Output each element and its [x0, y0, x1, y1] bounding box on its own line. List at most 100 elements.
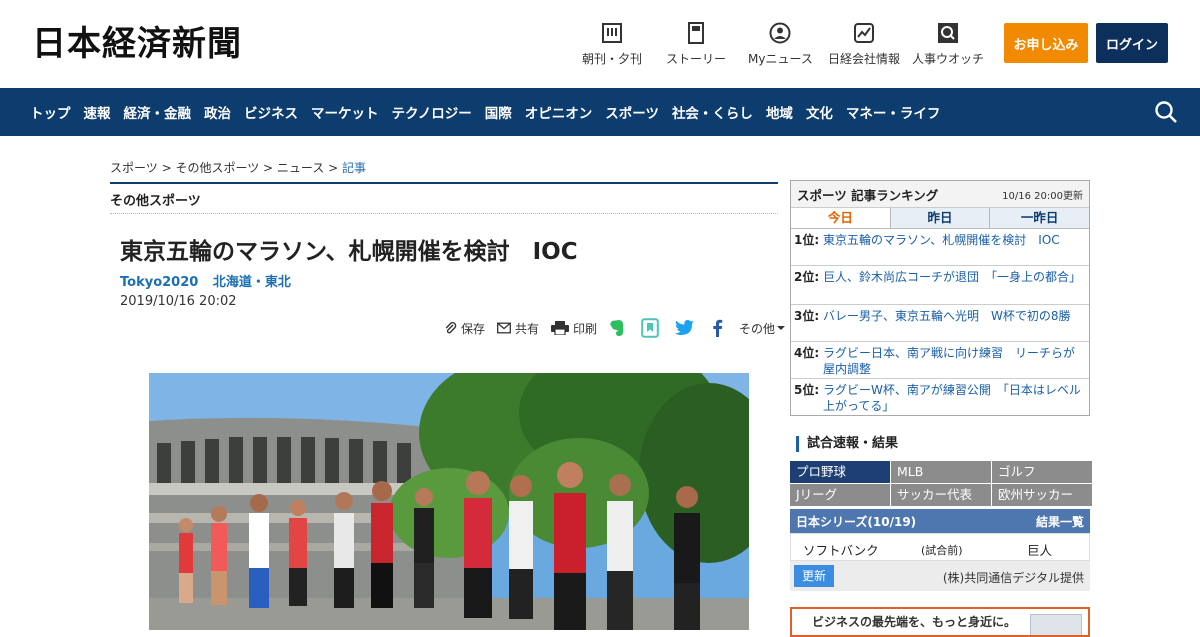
nav-item-economy[interactable]: 経済・金融 — [124, 102, 192, 122]
tab-pro-baseball[interactable]: プロ野球 — [790, 461, 890, 483]
tab-day-before[interactable]: 一昨日 — [989, 208, 1090, 228]
nav-item-sports[interactable]: スポーツ — [605, 102, 659, 122]
caret-down-icon — [777, 326, 786, 330]
evernote-icon — [610, 320, 624, 336]
ranking-article-link[interactable]: 東京五輪のマラソン、札幌開催を検討 IOC — [823, 232, 1060, 262]
nav-item-top[interactable]: トップ — [30, 102, 71, 122]
tab-soccer-national[interactable]: サッカー代表 — [891, 484, 991, 506]
ranking-article-link[interactable]: 巨人、鈴木尚広コーチが退団 「一身上の都合」 — [823, 269, 1081, 301]
section-dotted-divider — [110, 213, 778, 214]
nav-list: トップ 速報 経済・金融 政治 ビジネス マーケット テクノロジー 国際 オピニ… — [30, 88, 953, 136]
section-title: その他スポーツ — [110, 194, 201, 209]
scores-heading: 試合速報・結果 — [796, 436, 898, 452]
personnel-watch-link[interactable]: 人事ウオッチ — [912, 22, 984, 67]
nav-item-society[interactable]: 社会・くらし — [672, 102, 753, 122]
nav-item-business[interactable]: ビジネス — [244, 102, 298, 122]
site-logo[interactable]: 日本経済新聞 — [32, 22, 242, 66]
ranking-updated: 10/16 20:00更新 — [1002, 190, 1083, 202]
scores-tabs: プロ野球 MLB ゴルフ Jリーグ サッカー代表 欧州サッカー — [790, 461, 1092, 506]
ad-image — [1030, 614, 1082, 635]
ranking-article-link[interactable]: ラグビーW杯、南アが練習公開 「日本はレベル上がってる」 — [823, 382, 1085, 413]
breadcrumb-item-news[interactable]: ニュース — [277, 161, 324, 175]
company-info-label: 日経会社情報 — [828, 52, 901, 66]
ranking-position: 1位: — [794, 233, 820, 247]
scores-footer: 更新 (株)共同通信デジタル提供 — [790, 561, 1090, 591]
home-team: ソフトバンク — [803, 543, 879, 558]
ranking-position: 4位: — [794, 346, 820, 360]
tag-hokkaido-tohoku[interactable]: 北海道・東北 — [213, 275, 291, 290]
newspaper-icon — [602, 23, 622, 43]
ranking-position: 3位: — [794, 309, 820, 323]
ranking-article-link[interactable]: バレー男子、東京五輪へ光明 W杯で初の8勝 — [823, 308, 1071, 338]
game-status: (試合前) — [921, 544, 963, 557]
refresh-button[interactable]: 更新 — [794, 565, 834, 587]
nav-item-market[interactable]: マーケット — [311, 102, 379, 122]
ranking-position: 2位: — [794, 270, 820, 284]
personnel-watch-label: 人事ウオッチ — [912, 52, 985, 66]
tab-golf[interactable]: ゴルフ — [992, 461, 1092, 483]
nav-item-culture[interactable]: 文化 — [806, 102, 833, 122]
facebook-icon — [713, 319, 723, 337]
ranking-item[interactable]: 2位: 巨人、鈴木尚広コーチが退団 「一身上の都合」 — [791, 266, 1089, 305]
ranking-tabs: 今日 昨日 一昨日 — [791, 208, 1090, 229]
game-row[interactable]: ソフトバンク (試合前) 巨人 — [790, 533, 1090, 561]
save-button[interactable]: 保存 — [444, 320, 485, 337]
article-photo — [149, 373, 749, 630]
breadcrumb-item-other-sports[interactable]: その他スポーツ — [175, 161, 259, 175]
tab-yesterday[interactable]: 昨日 — [889, 208, 990, 228]
tag-tokyo2020[interactable]: Tokyo2020 — [120, 275, 198, 290]
tab-euro-soccer[interactable]: 欧州サッカー — [992, 484, 1092, 506]
away-team: 巨人 — [1027, 543, 1053, 558]
ranking-item[interactable]: 4位: ラグビー日本、南ア戦に向け練習 リーチらが屋内調整 — [791, 342, 1089, 379]
nav-item-money-life[interactable]: マネー・ライフ — [846, 102, 941, 122]
printer-icon — [551, 321, 570, 335]
tab-mlb[interactable]: MLB — [891, 461, 991, 483]
bookmark-icon — [641, 318, 659, 338]
print-edition-label: 朝刊・夕刊 — [582, 52, 643, 66]
article-tags: Tokyo2020 北海道・東北 — [120, 271, 301, 290]
user-icon — [769, 22, 791, 44]
breadcrumb-current[interactable]: 記事 — [342, 161, 366, 175]
twitter-button[interactable] — [675, 320, 699, 336]
nav-item-opinion[interactable]: オピニオン — [525, 102, 593, 122]
nav-item-technology[interactable]: テクノロジー — [392, 102, 472, 122]
story-link[interactable]: ストーリー — [666, 22, 726, 67]
breadcrumb-item-sports[interactable]: スポーツ — [110, 161, 158, 175]
subscribe-button[interactable]: お申し込み — [1004, 23, 1088, 63]
print-button[interactable]: 印刷 — [551, 320, 597, 337]
bookmark-button[interactable] — [641, 318, 663, 338]
site-header: 日本経済新聞 朝刊・夕刊 ストーリー Myニュース 日経会社情報 人事ウオッチ … — [0, 0, 1200, 88]
breadcrumb-separator: > — [157, 161, 176, 175]
company-info-link[interactable]: 日経会社情報 — [828, 22, 900, 67]
nav-item-breaking[interactable]: 速報 — [84, 102, 111, 122]
more-share-button[interactable]: その他 — [739, 320, 789, 337]
nav-item-region[interactable]: 地域 — [766, 102, 793, 122]
login-button[interactable]: ログイン — [1096, 23, 1168, 63]
facebook-button[interactable] — [711, 319, 727, 337]
search-person-icon — [938, 23, 958, 43]
my-news-link[interactable]: Myニュース — [748, 22, 813, 67]
nav-item-international[interactable]: 国際 — [485, 102, 512, 122]
print-edition-link[interactable]: 朝刊・夕刊 — [582, 22, 642, 67]
article-date: 2019/10/16 20:02 — [120, 294, 237, 309]
ranking-item[interactable]: 3位: バレー男子、東京五輪へ光明 W杯で初の8勝 — [791, 305, 1089, 342]
ad-banner[interactable]: ビジネスの最先端を、もっと身近に。 — [790, 607, 1090, 637]
nav-item-politics[interactable]: 政治 — [204, 102, 231, 122]
tab-today[interactable]: 今日 — [791, 208, 890, 228]
ranking-article-link[interactable]: ラグビー日本、南ア戦に向け練習 リーチらが屋内調整 — [823, 345, 1085, 376]
ranking-title: スポーツ 記事ランキング — [797, 187, 939, 203]
breadcrumb-separator: > — [324, 161, 342, 175]
my-news-label: Myニュース — [748, 52, 813, 66]
ranking-item[interactable]: 1位: 東京五輪のマラソン、札幌開催を検討 IOC — [791, 229, 1089, 266]
print-label: 印刷 — [573, 321, 598, 336]
ranking-box: スポーツ 記事ランキング 10/16 20:00更新 今日 昨日 一昨日 1位:… — [790, 180, 1090, 416]
tab-j-league[interactable]: Jリーグ — [790, 484, 890, 506]
ranking-item[interactable]: 5位: ラグビーW杯、南アが練習公開 「日本はレベル上がってる」 — [791, 379, 1089, 415]
chart-icon — [854, 23, 874, 43]
save-label: 保存 — [461, 321, 486, 336]
results-list-link[interactable]: 結果一覧 — [1036, 513, 1084, 530]
search-icon[interactable] — [1154, 100, 1178, 124]
article-headline: 東京五輪のマラソン、札幌開催を検討 IOC — [120, 239, 578, 265]
evernote-button[interactable] — [609, 319, 629, 337]
share-button[interactable]: 共有 — [497, 320, 539, 337]
